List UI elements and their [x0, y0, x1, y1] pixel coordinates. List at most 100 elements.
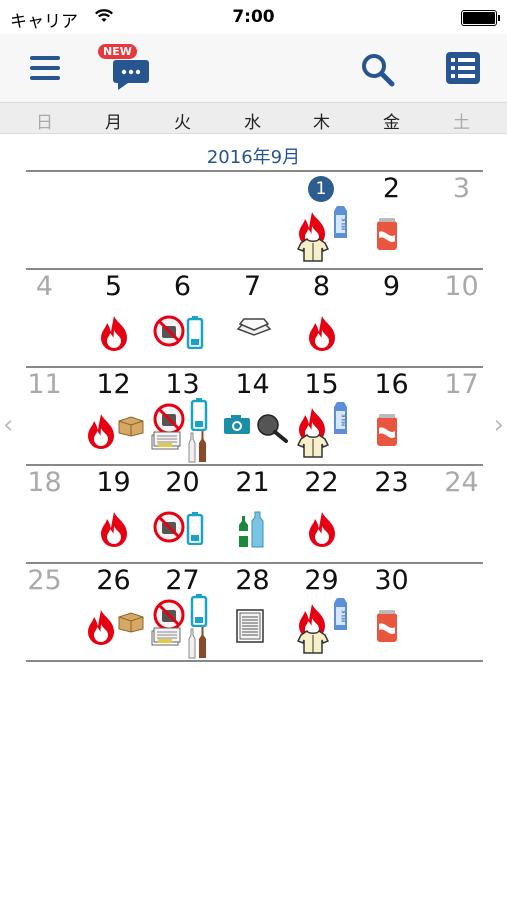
shirt-icon [297, 237, 329, 262]
paper-icon [236, 609, 264, 643]
calendar-day[interactable]: 15 MILK [287, 367, 356, 463]
day-number: 28 [235, 565, 270, 596]
day-number: 25 [27, 565, 62, 596]
clock: 7:00 [232, 7, 275, 27]
day-number: 22 [304, 467, 339, 498]
day-number: 11 [27, 369, 62, 400]
menu-icon-bar [30, 66, 60, 70]
weekday-sun: 日 [36, 113, 53, 133]
calendar-day[interactable]: 18 [10, 465, 79, 561]
calendar-day[interactable]: 20 [148, 465, 217, 561]
calendar-day[interactable]: 23 [357, 465, 426, 561]
fire-icon [88, 414, 114, 449]
day-number: 3 [452, 173, 471, 204]
milk-icon: MILK [334, 402, 348, 434]
day-number: 18 [27, 467, 62, 498]
calendar-day[interactable]: 2 [357, 171, 426, 267]
calendar-day[interactable]: 5 [79, 269, 148, 365]
month-title: 2016年9月 [206, 147, 301, 168]
calendar-day[interactable]: 28 [218, 563, 287, 659]
day-number: 17 [444, 369, 479, 400]
news-button[interactable]: NEW [98, 44, 150, 94]
calendar-day[interactable]: 8 [287, 269, 356, 365]
calendar-day[interactable]: 4 [10, 269, 79, 365]
calendar-day[interactable]: 30 [357, 563, 426, 659]
search-icon [362, 54, 395, 87]
calendar-day[interactable]: 6 [148, 269, 217, 365]
calendar-day[interactable]: 24 [427, 465, 496, 561]
fire-icon [309, 316, 335, 351]
battery-icon [186, 316, 204, 349]
fire-icon [101, 316, 127, 351]
calendar-day[interactable]: 1 MILK [287, 171, 356, 267]
weekday-sat: 土 [453, 113, 470, 133]
menu-icon-bar [30, 76, 60, 80]
battery-icon [461, 10, 500, 26]
weekday-thu: 木 [313, 113, 330, 133]
day-number: 5 [104, 271, 123, 302]
svg-text:MILK: MILK [342, 217, 348, 230]
calendar-day[interactable]: 26 [79, 563, 148, 659]
week-divider [26, 660, 483, 662]
day-number: 14 [235, 369, 270, 400]
calendar-day[interactable]: 13 [148, 367, 217, 463]
weekday-header: 日 月 火 水 木 金 土 [0, 102, 507, 134]
newspaper-icon [151, 627, 181, 646]
day-number: 30 [374, 565, 409, 596]
toolbar: NEW [0, 34, 507, 102]
newspaper-icon [151, 431, 181, 450]
calendar-day[interactable]: 14 [218, 367, 288, 463]
tray-icon [236, 318, 272, 336]
day-number: 20 [165, 467, 200, 498]
calendar-day [427, 563, 496, 659]
day-number: 24 [444, 467, 479, 498]
shirt-icon [297, 629, 329, 654]
calendar-day[interactable]: 12 [79, 367, 148, 463]
day-number: 7 [243, 271, 262, 302]
calendar-day[interactable]: 3 [427, 171, 496, 267]
fire-icon [309, 512, 335, 547]
pan-icon [257, 414, 288, 443]
weekday-tue: 火 [174, 113, 191, 133]
chat-icon [113, 60, 149, 90]
day-number: 13 [165, 369, 200, 400]
day-number: 29 [304, 565, 339, 596]
menu-button[interactable] [30, 54, 60, 82]
day-number: 6 [173, 271, 192, 302]
search-button[interactable] [360, 52, 396, 88]
box-icon [118, 416, 144, 437]
day-number: 12 [96, 369, 131, 400]
milk-icon: MILK [334, 206, 348, 238]
can-icon [377, 218, 397, 250]
status-bar: キャリア 7:00 [0, 0, 507, 34]
fire-icon [88, 610, 114, 645]
battery-icon [186, 512, 204, 545]
calendar-day[interactable]: 7 [218, 269, 287, 365]
milk-icon: MILK [334, 598, 348, 630]
list-button[interactable] [446, 52, 480, 84]
calendar-day[interactable]: 11 [10, 367, 79, 463]
day-number: 26 [96, 565, 131, 596]
calendar-day[interactable]: 22 [287, 465, 356, 561]
calendar-day [148, 171, 217, 267]
calendar-day [218, 171, 287, 267]
new-badge: NEW [98, 44, 137, 59]
day-number: 2 [382, 173, 401, 204]
calendar-day[interactable]: 17 [427, 367, 496, 463]
weekday-wed: 水 [244, 113, 261, 133]
today-date-badge: 1 [308, 176, 334, 202]
calendar-day[interactable]: 21 [218, 465, 287, 561]
calendar-day[interactable]: 19 [79, 465, 148, 561]
calendar-day[interactable]: 10 [427, 269, 496, 365]
weekday-fri: 金 [383, 113, 400, 133]
calendar-day[interactable]: 25 [10, 563, 79, 659]
pet-bottles-icon [239, 511, 264, 548]
calendar-day[interactable]: 16 [357, 367, 426, 463]
weekday-mon: 月 [105, 113, 122, 133]
bottles-icon [188, 627, 206, 659]
calendar-day [79, 171, 148, 267]
calendar-day[interactable]: 29 MILK [287, 563, 356, 659]
calendar-day[interactable]: 9 [357, 269, 426, 365]
day-number: 10 [444, 271, 479, 302]
calendar-day[interactable]: 27 [148, 563, 217, 659]
